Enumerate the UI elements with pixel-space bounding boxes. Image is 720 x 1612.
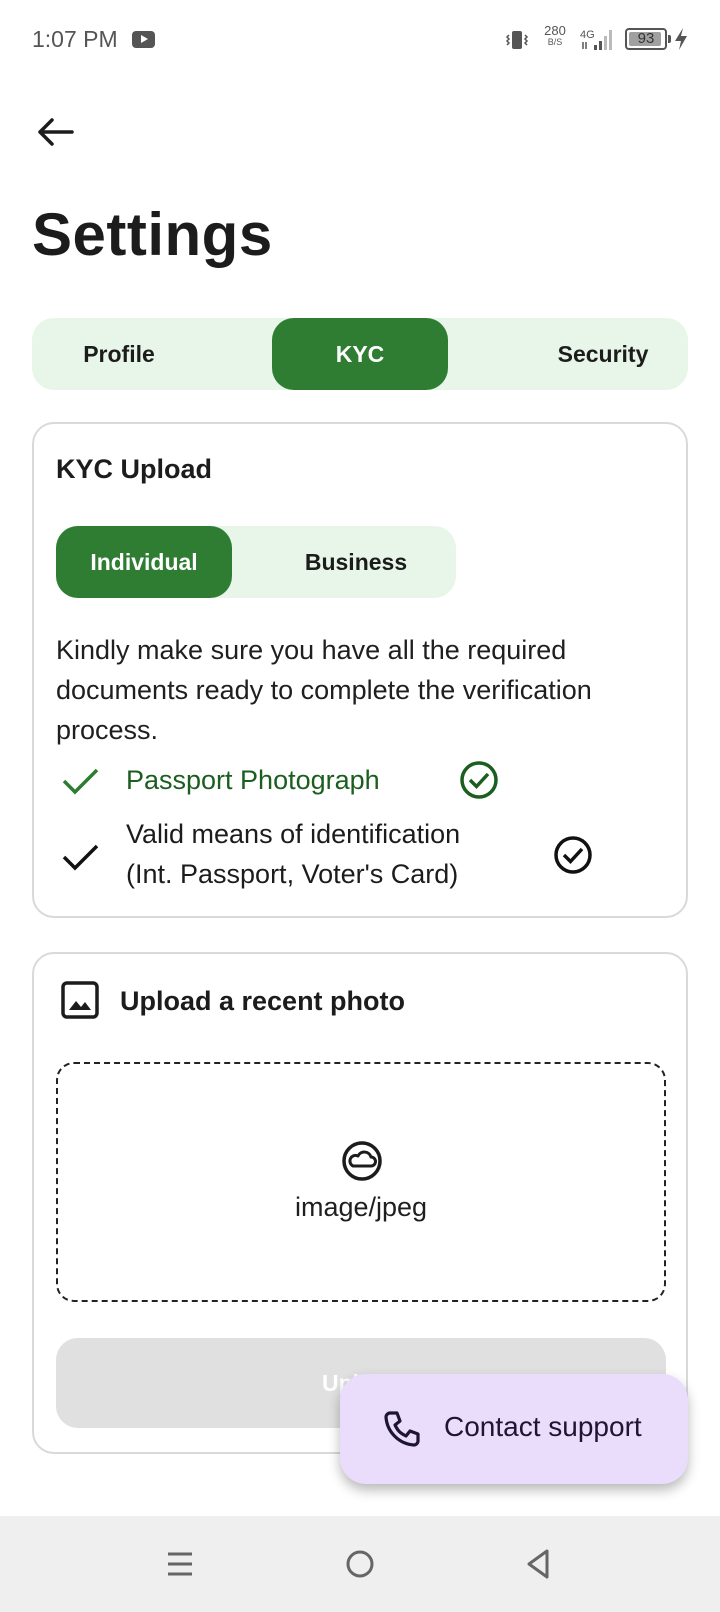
status-bar: 1:07 PM 280 B/S 4G 93: [0, 0, 720, 80]
segment-business[interactable]: Business: [266, 526, 446, 598]
page-title: Settings: [32, 201, 273, 268]
upload-card-title: Upload a recent photo: [120, 986, 406, 1016]
network-speed: 280 B/S: [541, 24, 569, 47]
vibrate-icon: [505, 31, 529, 49]
recent-apps-icon[interactable]: [162, 1546, 198, 1582]
status-time: 1:07 PM: [32, 26, 118, 52]
kyc-instruction: Kindly make sure you have all the requir…: [56, 635, 592, 745]
contact-support-button[interactable]: Contact support: [340, 1374, 688, 1484]
photo-dropzone[interactable]: image/jpeg: [56, 1062, 666, 1302]
check-icon: [62, 844, 99, 871]
phone-icon: [384, 1411, 420, 1447]
network-speed-value: 280: [544, 23, 566, 38]
signal-4g-icon: 4G: [580, 29, 612, 50]
kyc-upload-card: KYC Upload Individual Business Kindly ma…: [32, 422, 688, 918]
account-type-toggle: Individual Business: [56, 526, 456, 598]
back-arrow-icon[interactable]: [32, 112, 80, 152]
check-icon: [62, 768, 99, 795]
svg-text:4G: 4G: [580, 29, 595, 41]
check-circle-icon: [554, 836, 592, 874]
requirement-label: Valid means of identification (Int. Pass…: [126, 819, 461, 889]
tab-security[interactable]: Security: [518, 318, 688, 390]
home-icon[interactable]: [342, 1546, 378, 1582]
contact-support-label: Contact support: [444, 1411, 642, 1442]
system-nav-bar: [0, 1516, 720, 1612]
kyc-card-title: KYC Upload: [56, 454, 213, 484]
tab-kyc[interactable]: KYC: [272, 318, 448, 390]
battery-indicator: 93: [625, 28, 671, 50]
charging-bolt-icon: [675, 28, 687, 50]
requirement-label: Passport Photograph: [126, 765, 380, 795]
settings-tabs: Profile KYC Security: [32, 318, 688, 390]
back-triangle-icon[interactable]: [520, 1546, 556, 1582]
battery-level: 93: [637, 30, 655, 47]
accepted-file-type: image/jpeg: [294, 1192, 428, 1222]
tab-profile[interactable]: Profile: [32, 318, 206, 390]
segment-individual[interactable]: Individual: [56, 526, 232, 598]
settings-screen: 1:07 PM 280 B/S 4G 93 Settings Profile K…: [0, 0, 720, 1612]
image-icon: [61, 981, 99, 1019]
network-speed-unit: B/S: [547, 37, 563, 47]
cloud-icon: [342, 1141, 382, 1181]
check-circle-icon: [460, 761, 498, 799]
youtube-icon: [132, 31, 155, 48]
